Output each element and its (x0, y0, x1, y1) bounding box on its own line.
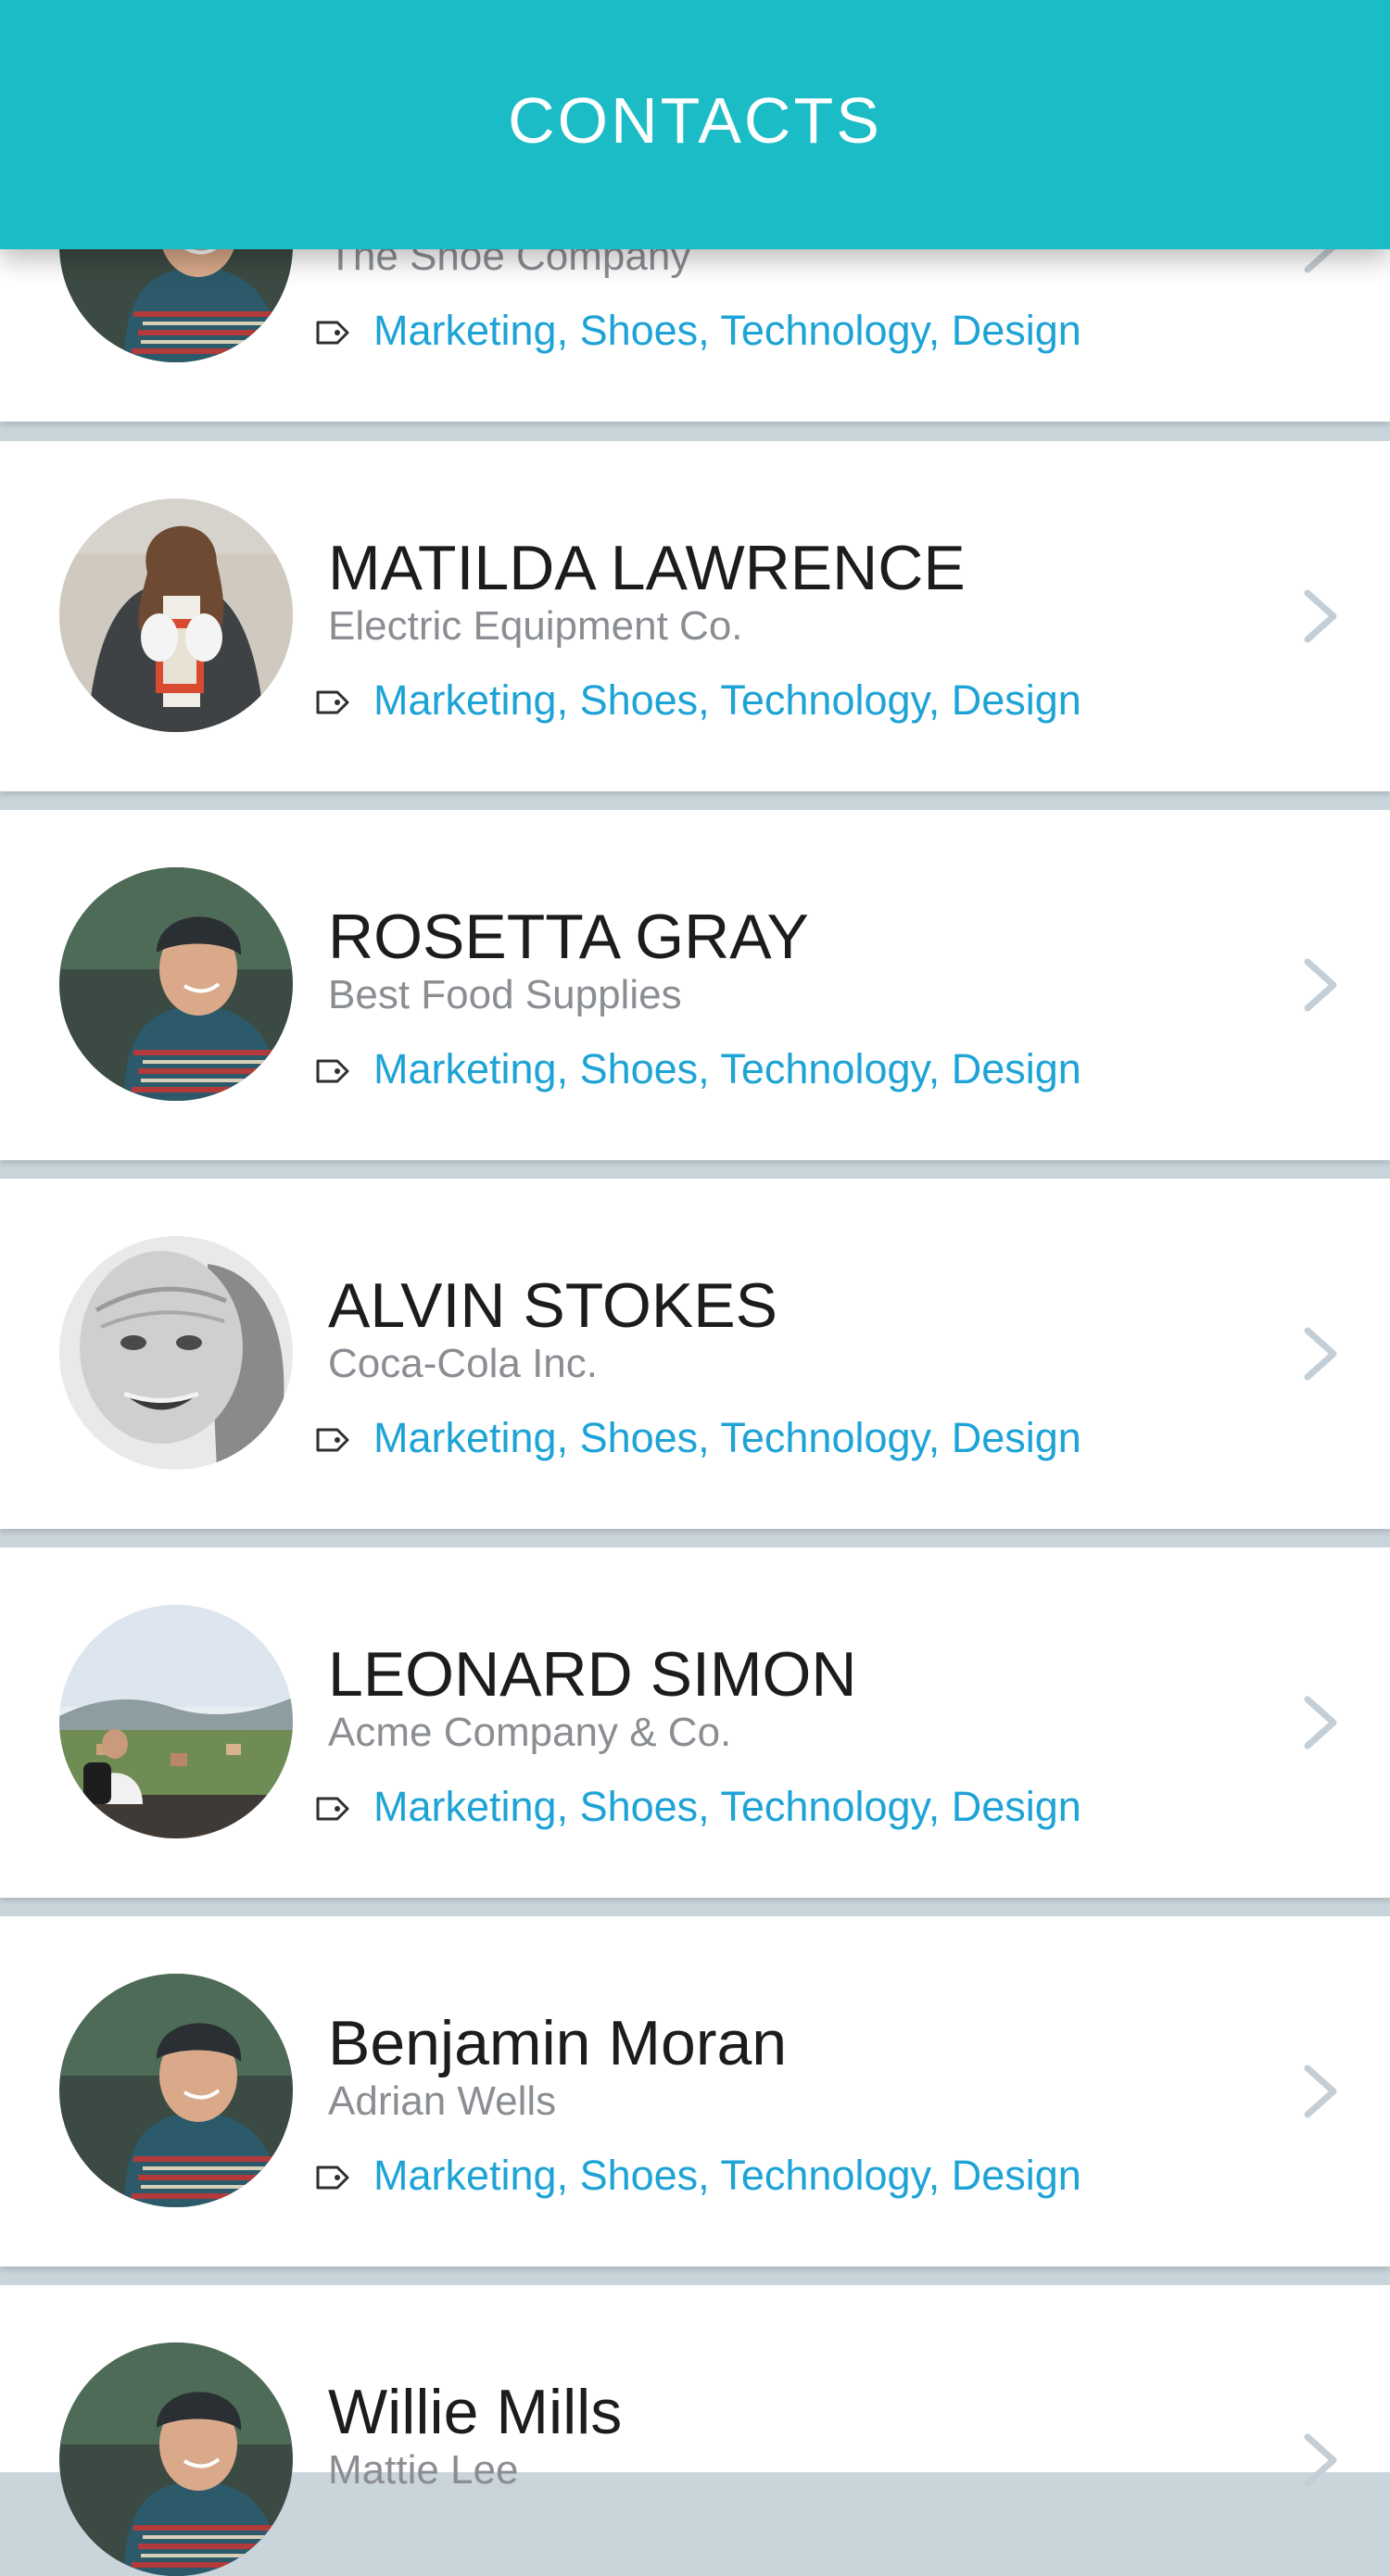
contact-name: MATILDA LAWRENCE (328, 533, 966, 603)
contacts-list: The Shoe Company Marketing, Shoes, Techn… (0, 0, 1390, 2472)
contact-company: Mattie Lee (328, 2447, 519, 2493)
contact-avatar (59, 1974, 293, 2207)
contact-tags: Marketing, Shoes, Technology, Design (373, 2152, 1081, 2199)
tag-icon (316, 321, 349, 345)
contact-name: LEONARD SIMON (328, 1639, 857, 1710)
chevron-right-icon[interactable] (1300, 1325, 1341, 1383)
contact-tags: Marketing, Shoes, Technology, Design (373, 676, 1081, 724)
tag-icon (316, 1059, 349, 1083)
contact-company: Coca-Cola Inc. (328, 1341, 599, 1386)
tag-icon (316, 1797, 349, 1821)
chevron-right-icon[interactable] (1300, 2431, 1341, 2489)
contact-card[interactable]: Willie Mills Mattie Lee (0, 2285, 1390, 2472)
chevron-right-icon[interactable] (1300, 1694, 1341, 1751)
tag-icon (316, 690, 349, 714)
contact-card[interactable]: ROSETTA GRAY Best Food Supplies Marketin… (0, 810, 1390, 1160)
contact-name: ALVIN STOKES (328, 1270, 777, 1341)
contact-avatar (59, 1236, 293, 1470)
contact-card[interactable]: MATILDA LAWRENCE Electric Equipment Co. … (0, 441, 1390, 791)
app-header: CONTACTS (0, 0, 1390, 249)
contact-tags: Marketing, Shoes, Technology, Design (373, 307, 1081, 354)
contact-company: Electric Equipment Co. (328, 603, 743, 649)
tag-icon (316, 1428, 349, 1452)
contact-tags: Marketing, Shoes, Technology, Design (373, 1414, 1081, 1461)
contact-card[interactable]: Benjamin Moran Adrian Wells Marketing, S… (0, 1916, 1390, 2267)
page-title: CONTACTS (508, 83, 882, 157)
chevron-right-icon[interactable] (1300, 2063, 1341, 2120)
chevron-right-icon[interactable] (1300, 587, 1341, 645)
contact-card[interactable]: ALVIN STOKES Coca-Cola Inc. Marketing, S… (0, 1179, 1390, 1529)
contact-company: Best Food Supplies (328, 972, 682, 1017)
contact-card[interactable]: LEONARD SIMON Acme Company & Co. Marketi… (0, 1547, 1390, 1898)
contact-name: ROSETTA GRAY (328, 902, 809, 972)
contact-avatar (59, 499, 293, 732)
contact-avatar (59, 1605, 293, 1838)
contact-name: Willie Mills (328, 2377, 623, 2447)
contact-avatar (59, 2342, 293, 2576)
contact-tags: Marketing, Shoes, Technology, Design (373, 1045, 1081, 1092)
chevron-right-icon[interactable] (1300, 956, 1341, 1014)
contact-company: Adrian Wells (328, 2078, 557, 2124)
tag-icon (316, 2166, 349, 2190)
contact-company: Acme Company & Co. (328, 1710, 732, 1755)
contact-name: Benjamin Moran (328, 2008, 788, 2078)
contact-tags: Marketing, Shoes, Technology, Design (373, 1783, 1081, 1830)
contact-avatar (59, 867, 293, 1101)
